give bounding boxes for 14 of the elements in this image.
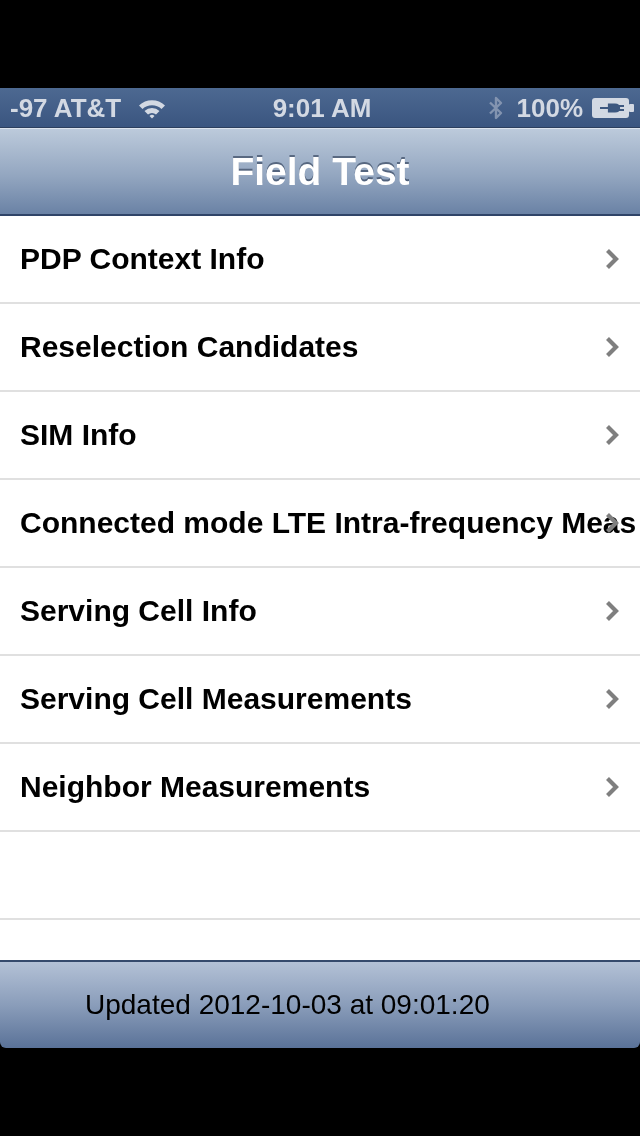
nav-title: Field Test (230, 148, 410, 195)
battery-percent: 100% (516, 92, 583, 123)
chevron-icon (605, 512, 619, 534)
chevron-icon (605, 776, 619, 798)
chevron-icon (605, 248, 619, 270)
battery-charging-icon (592, 97, 634, 118)
chevron-icon (605, 336, 619, 358)
bluetooth-icon (487, 94, 504, 121)
update-status: Updated 2012-10-03 at 09:01:20 (85, 988, 490, 1022)
chevron-icon (605, 424, 619, 446)
carrier-label: -97 AT&T (10, 92, 122, 123)
clock-time: 9:01 AM (272, 92, 372, 123)
chevron-icon (605, 688, 619, 710)
chevron-icon (605, 600, 619, 622)
